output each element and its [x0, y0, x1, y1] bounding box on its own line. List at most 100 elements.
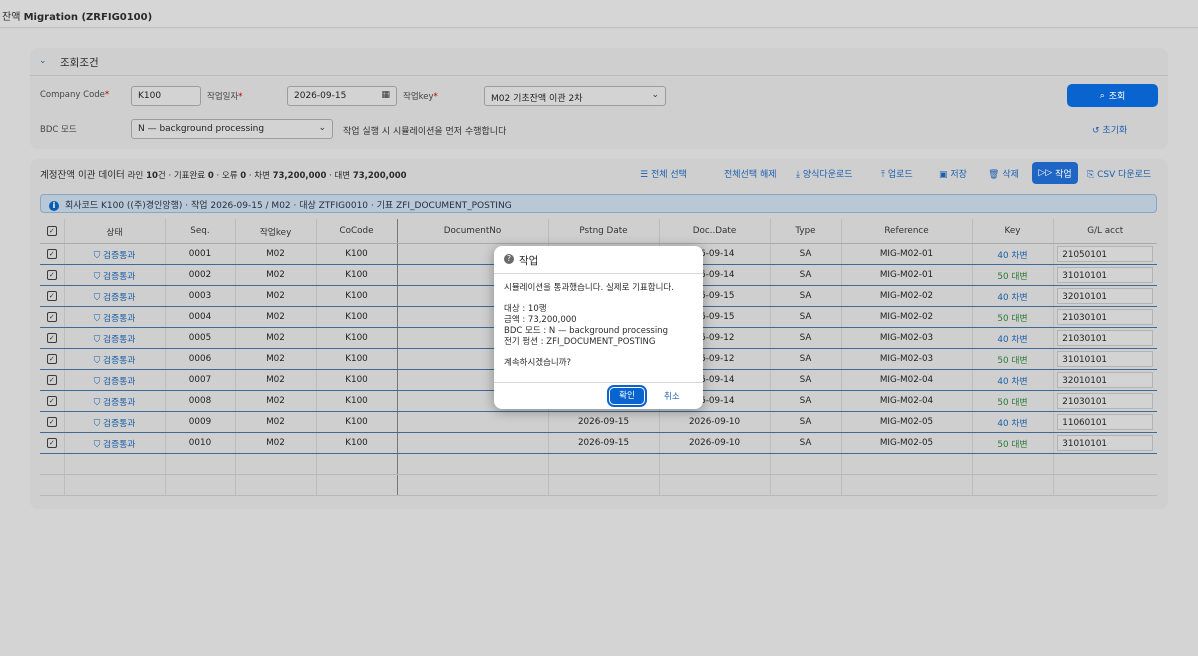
status-badge: 검증통과: [103, 313, 136, 324]
select-all-checkbox[interactable]: ✓: [40, 219, 64, 244]
seq-cell: 0003: [164, 285, 235, 307]
gl-account-input[interactable]: 31010101: [1057, 351, 1154, 367]
work-key-label: 작업key*: [403, 92, 438, 102]
table-row[interactable]: ✓ ⛉ 검증통과 0010 M02 K100 2026-09-15 2026-09-10 SA…: [40, 432, 1157, 454]
deselect-all-button[interactable]: 전체선택 해제: [724, 167, 777, 180]
execute-button[interactable]: ▷▷ 작업: [1032, 162, 1078, 184]
status-badge: 검증통과: [103, 355, 136, 366]
select-all-button[interactable]: ☰ 전체 선택: [640, 167, 687, 180]
calendar-icon[interactable]: ▦: [381, 90, 390, 100]
row-checkbox[interactable]: ✓: [40, 411, 64, 433]
column-header[interactable]: 상태: [63, 219, 165, 244]
dialog-line: 계속하시겠습니까?: [504, 358, 572, 368]
row-checkbox[interactable]: ✓: [40, 327, 64, 349]
gl-account-input[interactable]: 21030101: [1057, 309, 1154, 325]
column-header[interactable]: Type: [769, 219, 841, 244]
gl-account-input[interactable]: 11060101: [1057, 414, 1154, 430]
gl-account-cell: 31010101: [1052, 264, 1157, 286]
dialog-line: 금액 : 73,200,000: [504, 315, 577, 325]
column-header[interactable]: Seq.: [164, 219, 235, 244]
column-header[interactable]: Pstng Date: [547, 219, 659, 244]
gl-account-cell: 21030101: [1052, 390, 1157, 412]
column-header[interactable]: 작업key: [234, 219, 316, 244]
posting-key-cell: 40 차변: [971, 369, 1053, 391]
save-button[interactable]: ▣ 저장: [939, 167, 967, 180]
row-checkbox[interactable]: ✓: [40, 306, 64, 328]
shield-check-icon: ⛉: [93, 355, 101, 366]
cancel-button[interactable]: 취소: [664, 390, 680, 402]
gl-account-cell: 31010101: [1052, 432, 1157, 454]
co-cell: K100: [315, 285, 398, 307]
gl-account-input[interactable]: 31010101: [1057, 267, 1154, 283]
type-cell: SA: [769, 306, 841, 328]
dialog-message: 시뮬레이션을 통과했습니다. 실제로 기표합니다. 대상 : 10행 금액 : …: [504, 283, 674, 369]
column-header[interactable]: G/L acct: [1052, 219, 1157, 244]
chevron-down-icon[interactable]: ⌄: [39, 56, 47, 66]
pdate-cell: 2026-09-15: [547, 411, 659, 433]
play-icon: ▷▷: [1038, 168, 1053, 178]
type-cell: SA: [769, 432, 841, 454]
status-cell: ⛉ 검증통과: [63, 264, 165, 286]
co-cell: K100: [315, 369, 398, 391]
status-badge: 검증통과: [103, 376, 136, 387]
work-key-select[interactable]: M02 기초잔액 이관 2차 ⌄: [484, 86, 666, 106]
row-checkbox[interactable]: ✓: [40, 432, 64, 454]
empty-cell: [234, 453, 316, 475]
posting-key: 50 대변: [997, 271, 1028, 282]
column-header[interactable]: Doc..Date: [658, 219, 770, 244]
simulation-note: 작업 실행 시 시뮬레이션을 먼저 수행합니다: [343, 127, 507, 137]
row-checkbox[interactable]: ✓: [40, 348, 64, 370]
gl-account-input[interactable]: 32010101: [1057, 288, 1154, 304]
column-header[interactable]: Reference: [840, 219, 972, 244]
delete-button[interactable]: 🗑 삭제: [988, 167, 1019, 180]
shield-check-icon: ⛉: [93, 250, 101, 261]
row-checkbox[interactable]: ✓: [40, 243, 64, 265]
bdc-mode-select[interactable]: N — background processing ⌄: [131, 119, 333, 139]
key-cell: M02: [234, 432, 316, 454]
column-header[interactable]: CoCode: [315, 219, 398, 244]
row-checkbox[interactable]: ✓: [40, 285, 64, 307]
confirm-button[interactable]: 확인: [607, 385, 647, 407]
gl-account-input[interactable]: 31010101: [1057, 435, 1154, 451]
row-checkbox[interactable]: ✓: [40, 369, 64, 391]
dialog-footer: 확인 취소: [494, 382, 703, 410]
ref-cell: MIG-M02-04: [840, 369, 972, 391]
posting-key-cell: 50 대변: [971, 432, 1053, 454]
csv-download-button[interactable]: ⎘ CSV 다운로드: [1087, 167, 1151, 180]
shield-check-icon: ⛉: [93, 397, 101, 408]
table-row[interactable]: ✓ ⛉ 검증통과 0009 M02 K100 2026-09-15 2026-09-10 SA…: [40, 411, 1157, 433]
row-checkbox[interactable]: ✓: [40, 390, 64, 412]
type-cell: SA: [769, 327, 841, 349]
ref-cell: MIG-M02-02: [840, 306, 972, 328]
dialog-line: BDC 모드 : N — background processing: [504, 326, 668, 336]
column-header[interactable]: DocumentNo: [396, 219, 548, 244]
gl-account-input[interactable]: 32010101: [1057, 372, 1154, 388]
shield-check-icon: ⛉: [93, 439, 101, 450]
empty-cell: [396, 453, 548, 475]
posting-key-cell: 50 대변: [971, 264, 1053, 286]
empty-cell: [40, 453, 64, 475]
reset-button[interactable]: ↺ 초기화: [1092, 123, 1127, 136]
shield-check-icon: ⛉: [93, 418, 101, 429]
empty-row: [40, 453, 1157, 475]
upload-button[interactable]: ⤒ 업로드: [881, 167, 913, 180]
gl-account-input[interactable]: 21050101: [1057, 246, 1154, 262]
ref-cell: MIG-M02-01: [840, 264, 972, 286]
gl-account-cell: 11060101: [1052, 411, 1157, 433]
filter-section-header[interactable]: ⌄ 조회조건: [30, 48, 1168, 76]
company-code-input[interactable]: K100: [131, 86, 201, 106]
empty-cell: [63, 474, 165, 496]
app-header: 잔액 Migration (ZRFIG0100): [0, 0, 1198, 28]
co-cell: K100: [315, 411, 398, 433]
work-date-input[interactable]: 2026-09-15 ▦: [287, 86, 397, 106]
empty-cell: [40, 474, 64, 496]
gl-account-input[interactable]: 21030101: [1057, 330, 1154, 346]
type-cell: SA: [769, 264, 841, 286]
download-template-button[interactable]: ⤓ 양식다운로드: [796, 167, 853, 180]
row-checkbox[interactable]: ✓: [40, 264, 64, 286]
column-header[interactable]: Key: [971, 219, 1053, 244]
download-icon: ⤓: [796, 170, 800, 180]
shield-check-icon: ⛉: [93, 376, 101, 387]
gl-account-input[interactable]: 21030101: [1057, 393, 1154, 409]
search-button[interactable]: ⌕ 조회: [1067, 84, 1158, 107]
